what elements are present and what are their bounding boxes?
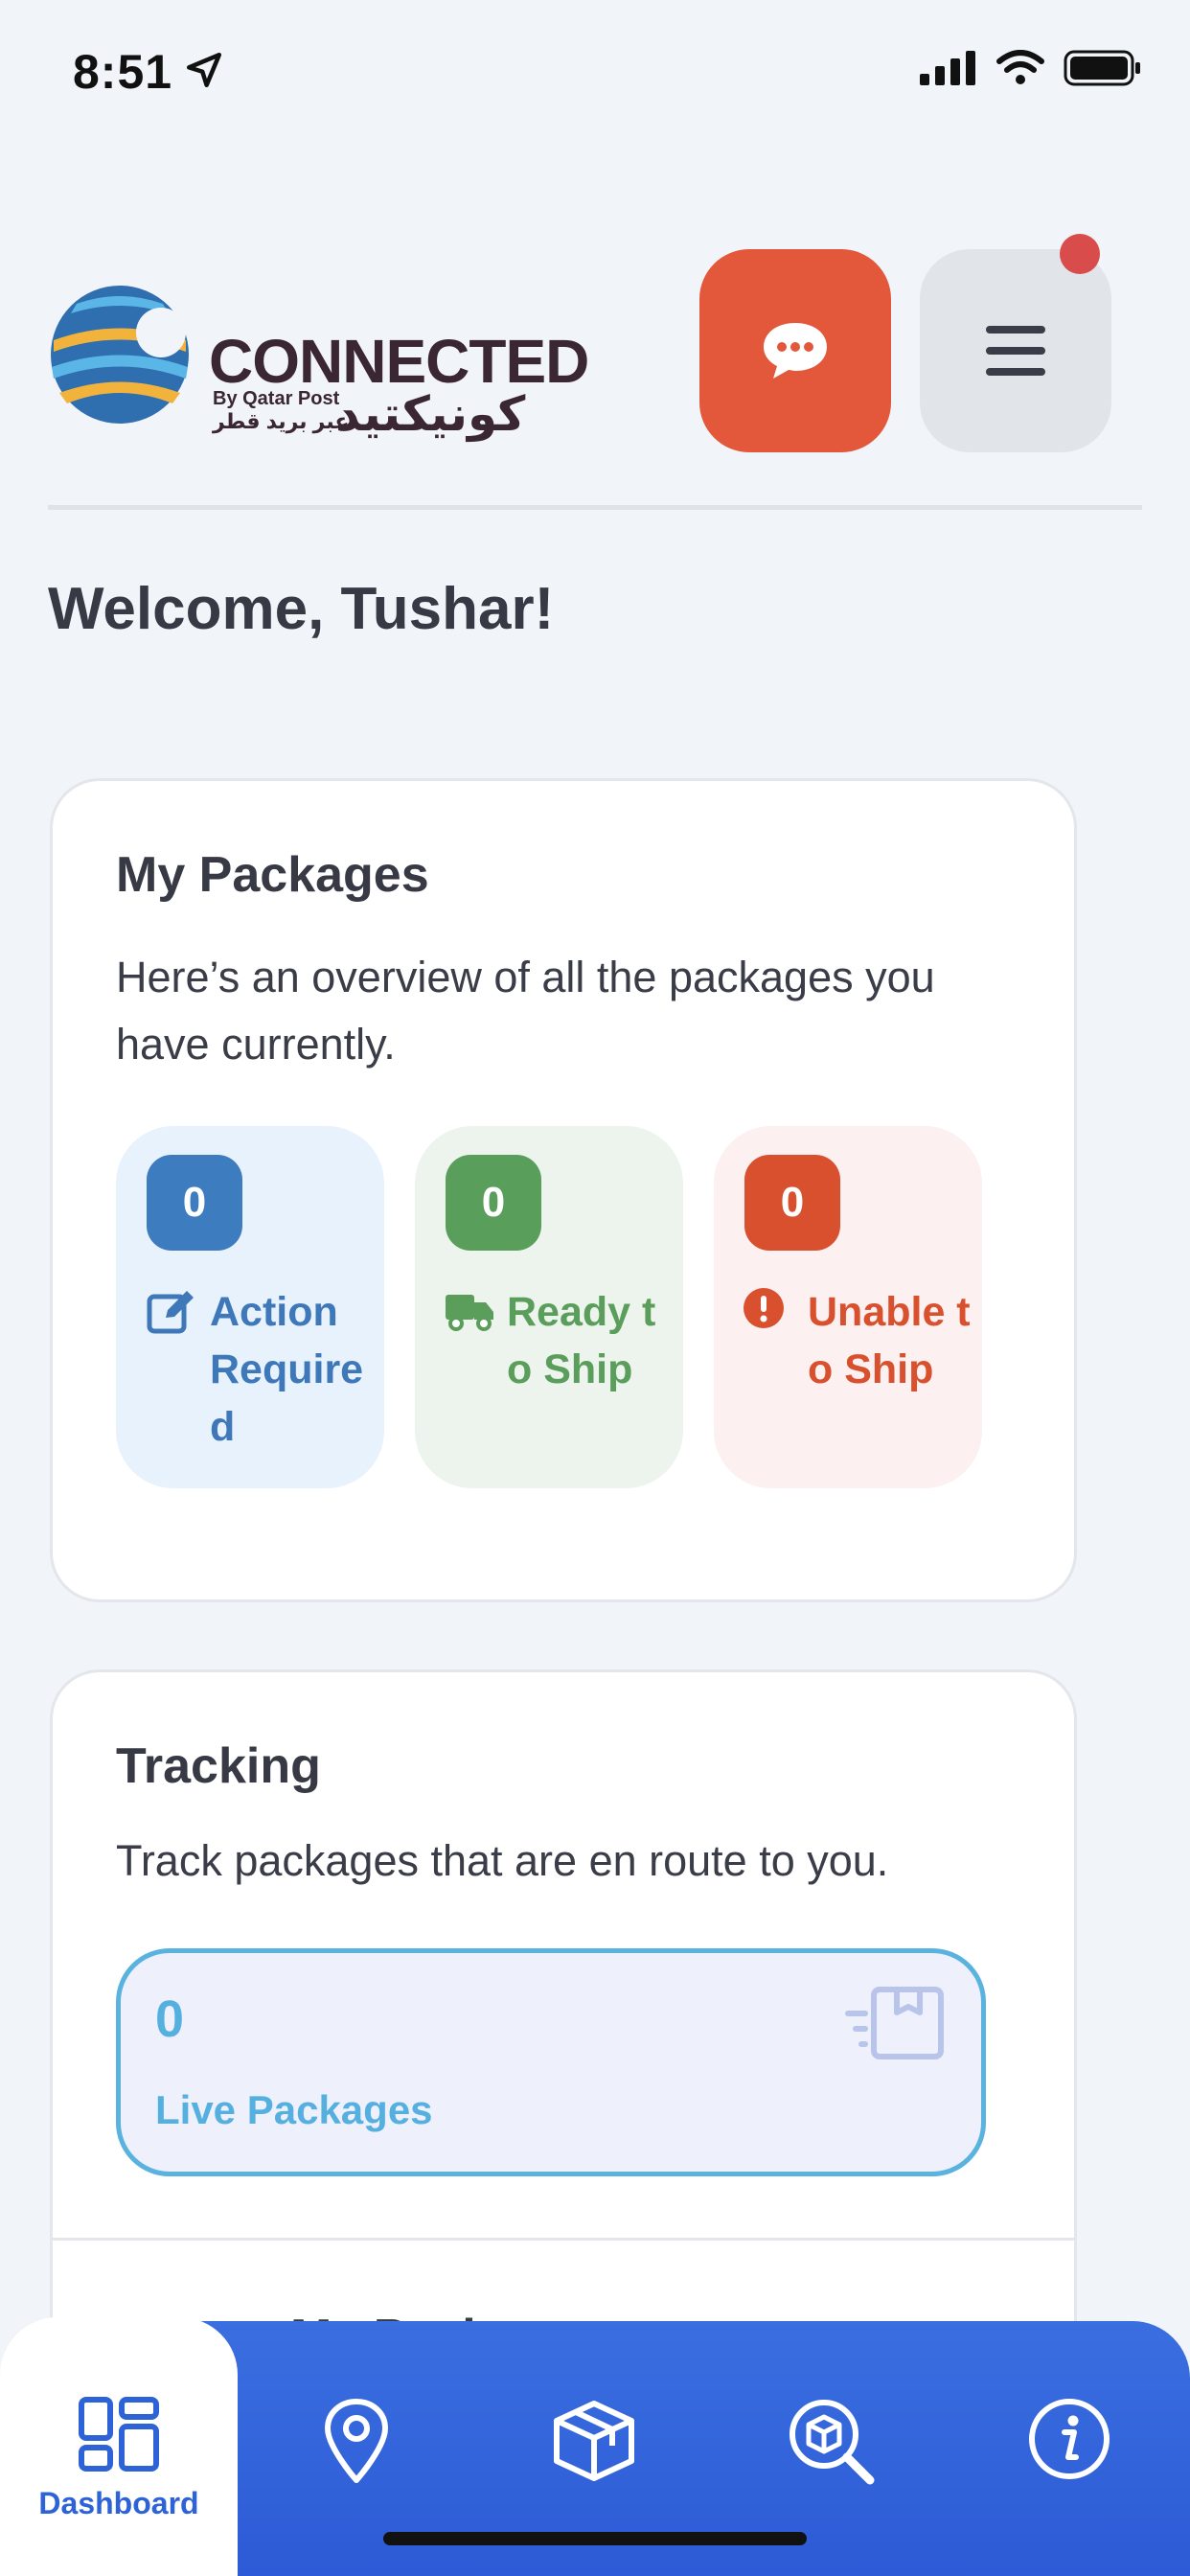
action-required-tile[interactable]: 0 Action Required — [116, 1126, 384, 1488]
truck-icon — [446, 1295, 493, 1331]
wifi-icon — [996, 50, 1044, 84]
battery-icon — [1064, 50, 1140, 86]
nav-dashboard-label: Dashboard — [38, 2486, 199, 2520]
welcome-heading: Welcome, Tushar! — [48, 576, 555, 642]
app-header: CONNECTED By Qatar Post عبر بريد قطر كون… — [48, 234, 1142, 455]
logo-subtitle: By Qatar Post — [213, 388, 340, 409]
location-arrow-icon — [186, 52, 222, 88]
live-packages-button[interactable]: 0 Live Packages — [116, 1948, 986, 2176]
card-divider — [53, 2238, 1074, 2241]
nav-info[interactable] — [950, 2321, 1188, 2576]
unable-to-ship-tile[interactable]: 0 Unable to Ship — [714, 1126, 982, 1488]
unable-to-ship-label: Unable to Ship — [808, 1289, 971, 1392]
notification-dot — [1060, 234, 1100, 274]
ready-to-ship-tile[interactable]: 0 Ready to Ship — [415, 1126, 683, 1488]
edit-icon — [147, 1291, 194, 1334]
header-divider — [48, 505, 1142, 510]
tracking-description: Track packages that are en route to you. — [116, 1836, 889, 1885]
package-search-icon — [790, 2400, 875, 2485]
unable-to-ship-count: 0 — [744, 1155, 840, 1251]
tracking-card: Tracking Track packages that are en rout… — [50, 1669, 1077, 2365]
status-bar: 8:51 — [0, 0, 1190, 144]
live-packages-count: 0 — [155, 1990, 185, 2048]
ready-to-ship-label: Ready to Ship — [507, 1289, 656, 1392]
chat-button[interactable] — [699, 249, 891, 452]
signal-icon — [920, 51, 975, 85]
status-time: 8:51 — [73, 45, 173, 99]
action-required-label: Action Required — [210, 1289, 364, 1450]
tracking-title: Tracking — [116, 1738, 321, 1794]
my-packages-description: Here’s an overview of all the packages y… — [116, 953, 935, 1069]
info-icon — [1029, 2399, 1110, 2479]
my-packages-card: My Packages Here’s an overview of all th… — [50, 778, 1077, 1602]
nav-dashboard[interactable]: Dashboard — [0, 2317, 238, 2576]
hamburger-menu-icon — [986, 326, 1045, 376]
fast-delivery-box-icon — [845, 1987, 944, 2059]
action-required-count: 0 — [147, 1155, 242, 1251]
chat-bubble-icon — [764, 323, 827, 379]
ready-to-ship-count: 0 — [446, 1155, 541, 1251]
menu-button[interactable] — [920, 234, 1111, 452]
logo-wordmark: CONNECTED — [209, 327, 589, 396]
dashboard-icon — [79, 2397, 159, 2472]
location-pin-icon — [325, 2399, 388, 2483]
my-packages-title: My Packages — [116, 847, 429, 903]
connected-logo[interactable]: CONNECTED By Qatar Post عبر بريد قطر كون… — [48, 283, 589, 438]
home-indicator — [383, 2532, 807, 2545]
logo-arabic-wordmark: كونيكتيد — [335, 387, 526, 441]
live-packages-label: Live Packages — [155, 2087, 433, 2132]
package-box-icon — [554, 2401, 634, 2481]
alert-icon — [744, 1288, 784, 1328]
globe-logo-icon — [51, 286, 189, 424]
logo-arabic-subtitle: عبر بريد قطر — [213, 409, 350, 433]
